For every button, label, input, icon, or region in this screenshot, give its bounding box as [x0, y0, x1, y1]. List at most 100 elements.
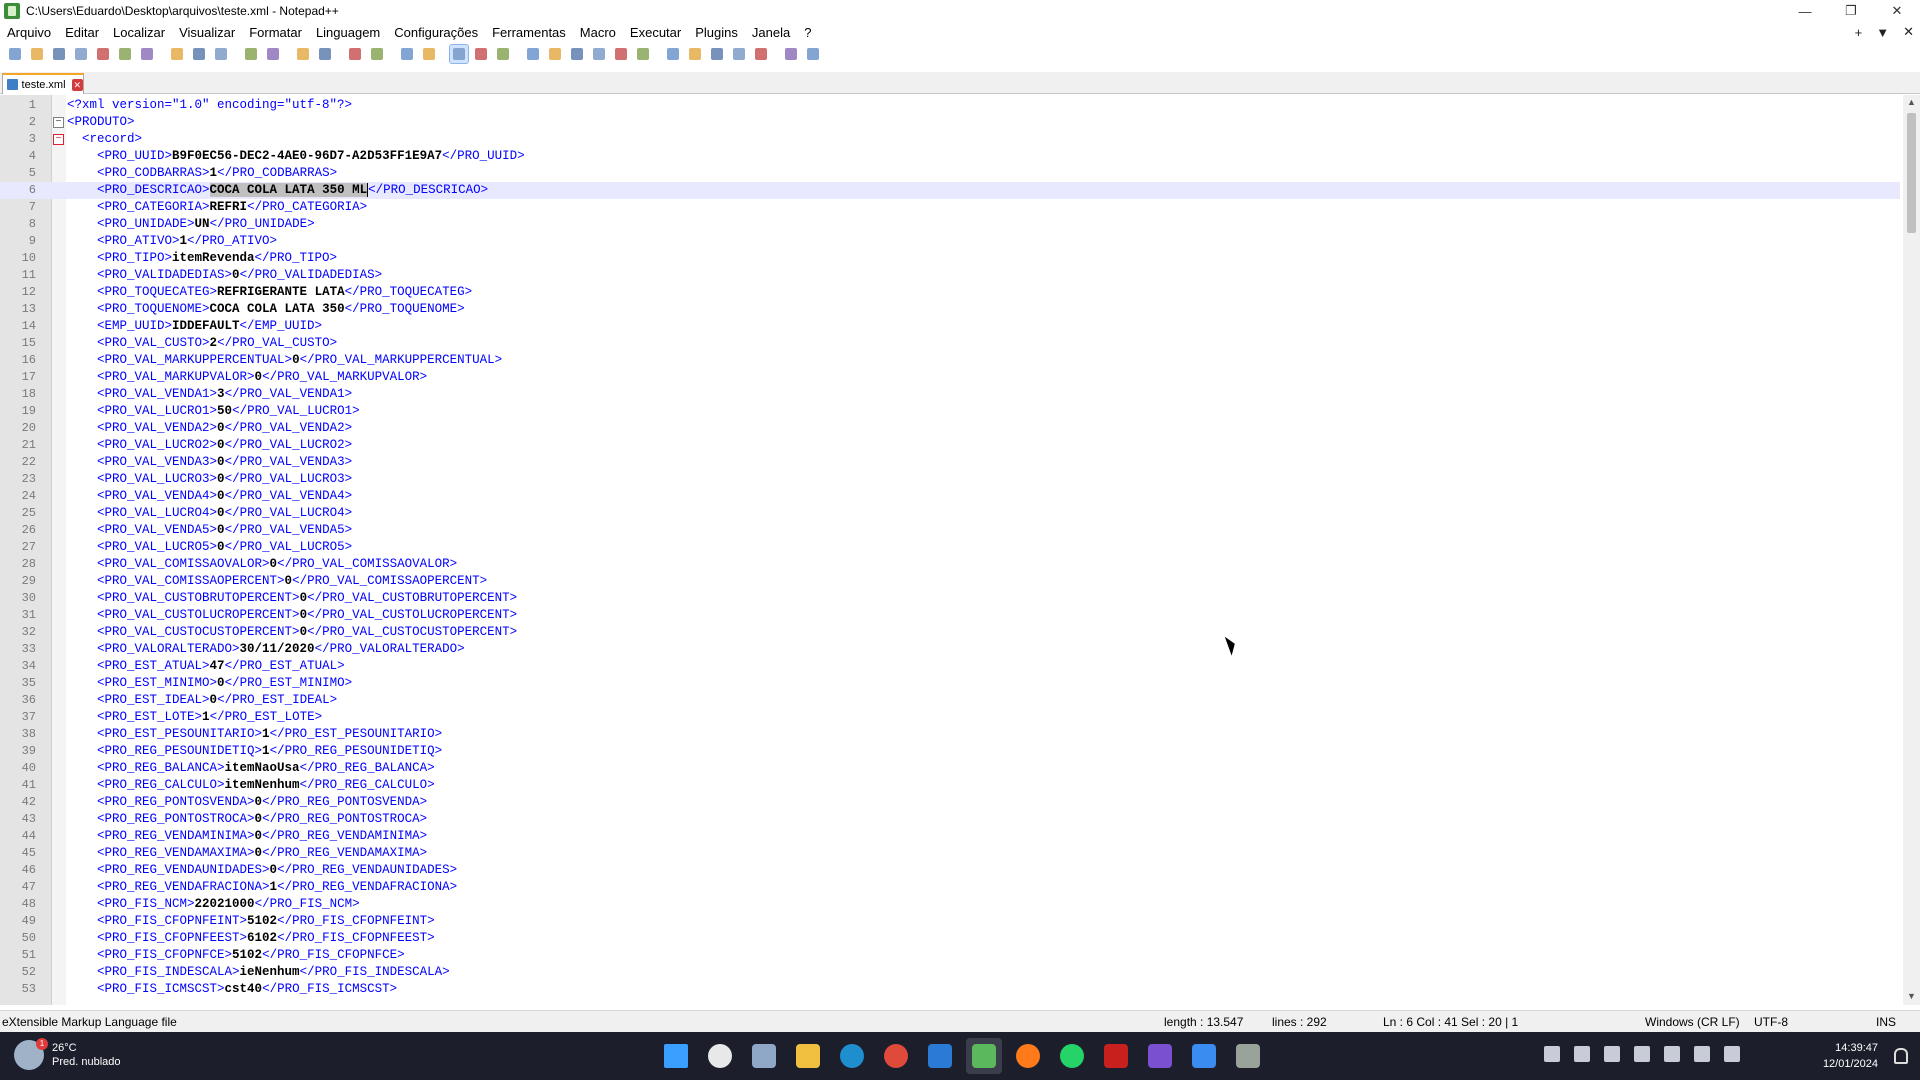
play-macro-icon[interactable] — [708, 45, 726, 63]
menu-linguagem[interactable]: Linguagem — [309, 25, 387, 40]
taskbar-windows-start-icon[interactable] — [658, 1038, 694, 1074]
menu-plugins[interactable]: Plugins — [688, 25, 745, 40]
code-line[interactable]: 36 <PRO_EST_IDEAL>0</PRO_EST_IDEAL> — [0, 692, 1900, 709]
pen-icon[interactable] — [1544, 1046, 1560, 1062]
code-line[interactable]: 7 <PRO_CATEGORIA>REFRI</PRO_CATEGORIA> — [0, 199, 1900, 216]
close-icon[interactable] — [94, 45, 112, 63]
paste-icon[interactable] — [212, 45, 230, 63]
scroll-down-icon[interactable]: ▼ — [1906, 991, 1917, 1003]
code-line[interactable]: 12 <PRO_TOQUECATEG>REFRIGERANTE LATA</PR… — [0, 284, 1900, 301]
editor-area[interactable]: 1 <?xml version="1.0" encoding="utf-8"?> 2… — [0, 95, 1920, 1005]
menu-visualizar[interactable]: Visualizar — [172, 25, 242, 40]
code-line[interactable]: 2 − <PRODUTO> — [0, 114, 1900, 131]
code-line[interactable]: 21 <PRO_VAL_LUCRO2>0</PRO_VAL_LUCRO2> — [0, 437, 1900, 454]
code-line[interactable]: 23 <PRO_VAL_LUCRO3>0</PRO_VAL_LUCRO3> — [0, 471, 1900, 488]
code-line[interactable]: 47 <PRO_REG_VENDAFRACIONA>1</PRO_REG_VEN… — [0, 879, 1900, 896]
taskbar-edge-browser-icon[interactable] — [834, 1038, 870, 1074]
code-line[interactable]: 17 <PRO_VAL_MARKUPVALOR>0</PRO_VAL_MARKU… — [0, 369, 1900, 386]
taskbar-settings-icon[interactable] — [746, 1038, 782, 1074]
code-line[interactable]: 5 <PRO_CODBARRAS>1</PRO_CODBARRAS> — [0, 165, 1900, 182]
code-line[interactable]: 44 <PRO_REG_VENDAMINIMA>0</PRO_REG_VENDA… — [0, 828, 1900, 845]
monitor-icon[interactable] — [634, 45, 652, 63]
taskbar-mail-icon[interactable] — [922, 1038, 958, 1074]
print-icon[interactable] — [138, 45, 156, 63]
code-line[interactable]: 24 <PRO_VAL_VENDA4>0</PRO_VAL_VENDA4> — [0, 488, 1900, 505]
taskbar-whatsapp-icon[interactable] — [1054, 1038, 1090, 1074]
code-line[interactable]: 13 <PRO_TOQUENOME>COCA COLA LATA 350</PR… — [0, 301, 1900, 318]
folder-workspace-icon[interactable] — [590, 45, 608, 63]
code-line[interactable]: 43 <PRO_REG_PONTOSTROCA>0</PRO_REG_PONTO… — [0, 811, 1900, 828]
close-doc-button[interactable]: ✕ — [1903, 24, 1914, 40]
indent-guide-icon[interactable] — [494, 45, 512, 63]
code-line[interactable]: 4 <PRO_UUID>B9F0EC56-DEC2-4AE0-96D7-A2D5… — [0, 148, 1900, 165]
record-macro-icon[interactable] — [664, 45, 682, 63]
code-line[interactable]: 30 <PRO_VAL_CUSTOBRUTOPERCENT>0</PRO_VAL… — [0, 590, 1900, 607]
code-line[interactable]: 9 <PRO_ATIVO>1</PRO_ATIVO> — [0, 233, 1900, 250]
tray-app-icon[interactable] — [1574, 1046, 1590, 1062]
code-line[interactable]: 22 <PRO_VAL_VENDA3>0</PRO_VAL_VENDA3> — [0, 454, 1900, 471]
defender-icon[interactable] — [1634, 1046, 1650, 1062]
display-icon[interactable] — [1694, 1046, 1710, 1062]
close-all-icon[interactable] — [116, 45, 134, 63]
close-window-button[interactable]: ✕ — [1874, 0, 1920, 22]
maximize-button[interactable]: ❐ — [1828, 0, 1874, 22]
sync-h-icon[interactable] — [420, 45, 438, 63]
notification-bell-icon[interactable] — [1894, 1048, 1908, 1064]
cut-icon[interactable] — [168, 45, 186, 63]
taskbar-chat-app-icon[interactable] — [702, 1038, 738, 1074]
status-encoding[interactable]: UTF-8 — [1754, 1015, 1788, 1029]
minimize-button[interactable]: — — [1782, 0, 1828, 22]
sync-v-icon[interactable] — [398, 45, 416, 63]
menu-configuracoes[interactable]: Configurações — [387, 25, 485, 40]
code-line[interactable]: 19 <PRO_VAL_LUCRO1>50</PRO_VAL_LUCRO1> — [0, 403, 1900, 420]
code-line[interactable]: 34 <PRO_EST_ATUAL>47</PRO_EST_ATUAL> — [0, 658, 1900, 675]
binoculars-icon[interactable] — [804, 45, 822, 63]
stop-macro-icon[interactable] — [686, 45, 704, 63]
scroll-up-icon[interactable]: ▲ — [1906, 97, 1917, 109]
volume-icon[interactable] — [1724, 1046, 1740, 1062]
code-line[interactable]: 51 <PRO_FIS_CFOPNFCE>5102</PRO_FIS_CFOPN… — [0, 947, 1900, 964]
taskbar-firefox-browser-icon[interactable] — [1010, 1038, 1046, 1074]
find-icon[interactable] — [294, 45, 312, 63]
code-line[interactable]: 45 <PRO_REG_VENDAMAXIMA>0</PRO_REG_VENDA… — [0, 845, 1900, 862]
code-line[interactable]: 10 <PRO_TIPO>itemRevenda</PRO_TIPO> — [0, 250, 1900, 267]
code-line[interactable]: 20 <PRO_VAL_VENDA2>0</PRO_VAL_VENDA2> — [0, 420, 1900, 437]
code-line[interactable]: 50 <PRO_FIS_CFOPNFEEST>6102</PRO_FIS_CFO… — [0, 930, 1900, 947]
spellcheck-icon[interactable] — [782, 45, 800, 63]
network-icon[interactable] — [1664, 1046, 1680, 1062]
show-all-chars-icon[interactable] — [472, 45, 490, 63]
function-list-icon[interactable] — [568, 45, 586, 63]
taskbar-media-app-icon[interactable] — [1142, 1038, 1178, 1074]
taskbar-notepad-plus-plus-icon[interactable] — [966, 1038, 1002, 1074]
tab-list-button[interactable]: ▼ — [1876, 25, 1889, 40]
word-wrap-icon[interactable] — [449, 44, 469, 64]
taskbar-notepad-icon[interactable] — [1186, 1038, 1222, 1074]
fold-toggle-icon[interactable]: − — [53, 134, 64, 145]
menu-localizar[interactable]: Localizar — [106, 25, 172, 40]
open-file-icon[interactable] — [28, 45, 46, 63]
fold-toggle-icon[interactable]: − — [53, 117, 64, 128]
code-line[interactable]: 11 <PRO_VALIDADEDIAS>0</PRO_VALIDADEDIAS… — [0, 267, 1900, 284]
usb-icon[interactable] — [1604, 1046, 1620, 1062]
zoom-out-icon[interactable] — [368, 45, 386, 63]
menu-editar[interactable]: Editar — [58, 25, 106, 40]
copy-icon[interactable] — [190, 45, 208, 63]
menu-arquivo[interactable]: Arquivo — [0, 25, 58, 40]
save-macro-icon[interactable] — [752, 45, 770, 63]
menu-ferramentas[interactable]: Ferramentas — [485, 25, 573, 40]
tab-teste-xml[interactable]: teste.xml ✕ — [2, 73, 84, 94]
code-line[interactable]: 49 <PRO_FIS_CFOPNFEINT>5102</PRO_FIS_CFO… — [0, 913, 1900, 930]
new-file-icon[interactable] — [6, 45, 24, 63]
menu-formatar[interactable]: Formatar — [242, 25, 309, 40]
code-line[interactable]: 15 <PRO_VAL_CUSTO>2</PRO_VAL_CUSTO> — [0, 335, 1900, 352]
code-line[interactable]: 53 <PRO_FIS_ICMSCST>cst40</PRO_FIS_ICMSC… — [0, 981, 1900, 998]
menu-janela[interactable]: Janela — [745, 25, 797, 40]
code-line[interactable]: 41 <PRO_REG_CALCULO>itemNenhum</PRO_REG_… — [0, 777, 1900, 794]
code-line[interactable]: 27 <PRO_VAL_LUCRO5>0</PRO_VAL_LUCRO5> — [0, 539, 1900, 556]
code-line[interactable]: 48 <PRO_FIS_NCM>22021000</PRO_FIS_NCM> — [0, 896, 1900, 913]
udl-icon[interactable] — [524, 45, 542, 63]
code-line[interactable]: 8 <PRO_UNIDADE>UN</PRO_UNIDADE> — [0, 216, 1900, 233]
taskbar-terminal-app-icon[interactable] — [1230, 1038, 1266, 1074]
code-line[interactable]: 35 <PRO_EST_MINIMO>0</PRO_EST_MINIMO> — [0, 675, 1900, 692]
code-line[interactable]: 37 <PRO_EST_LOTE>1</PRO_EST_LOTE> — [0, 709, 1900, 726]
